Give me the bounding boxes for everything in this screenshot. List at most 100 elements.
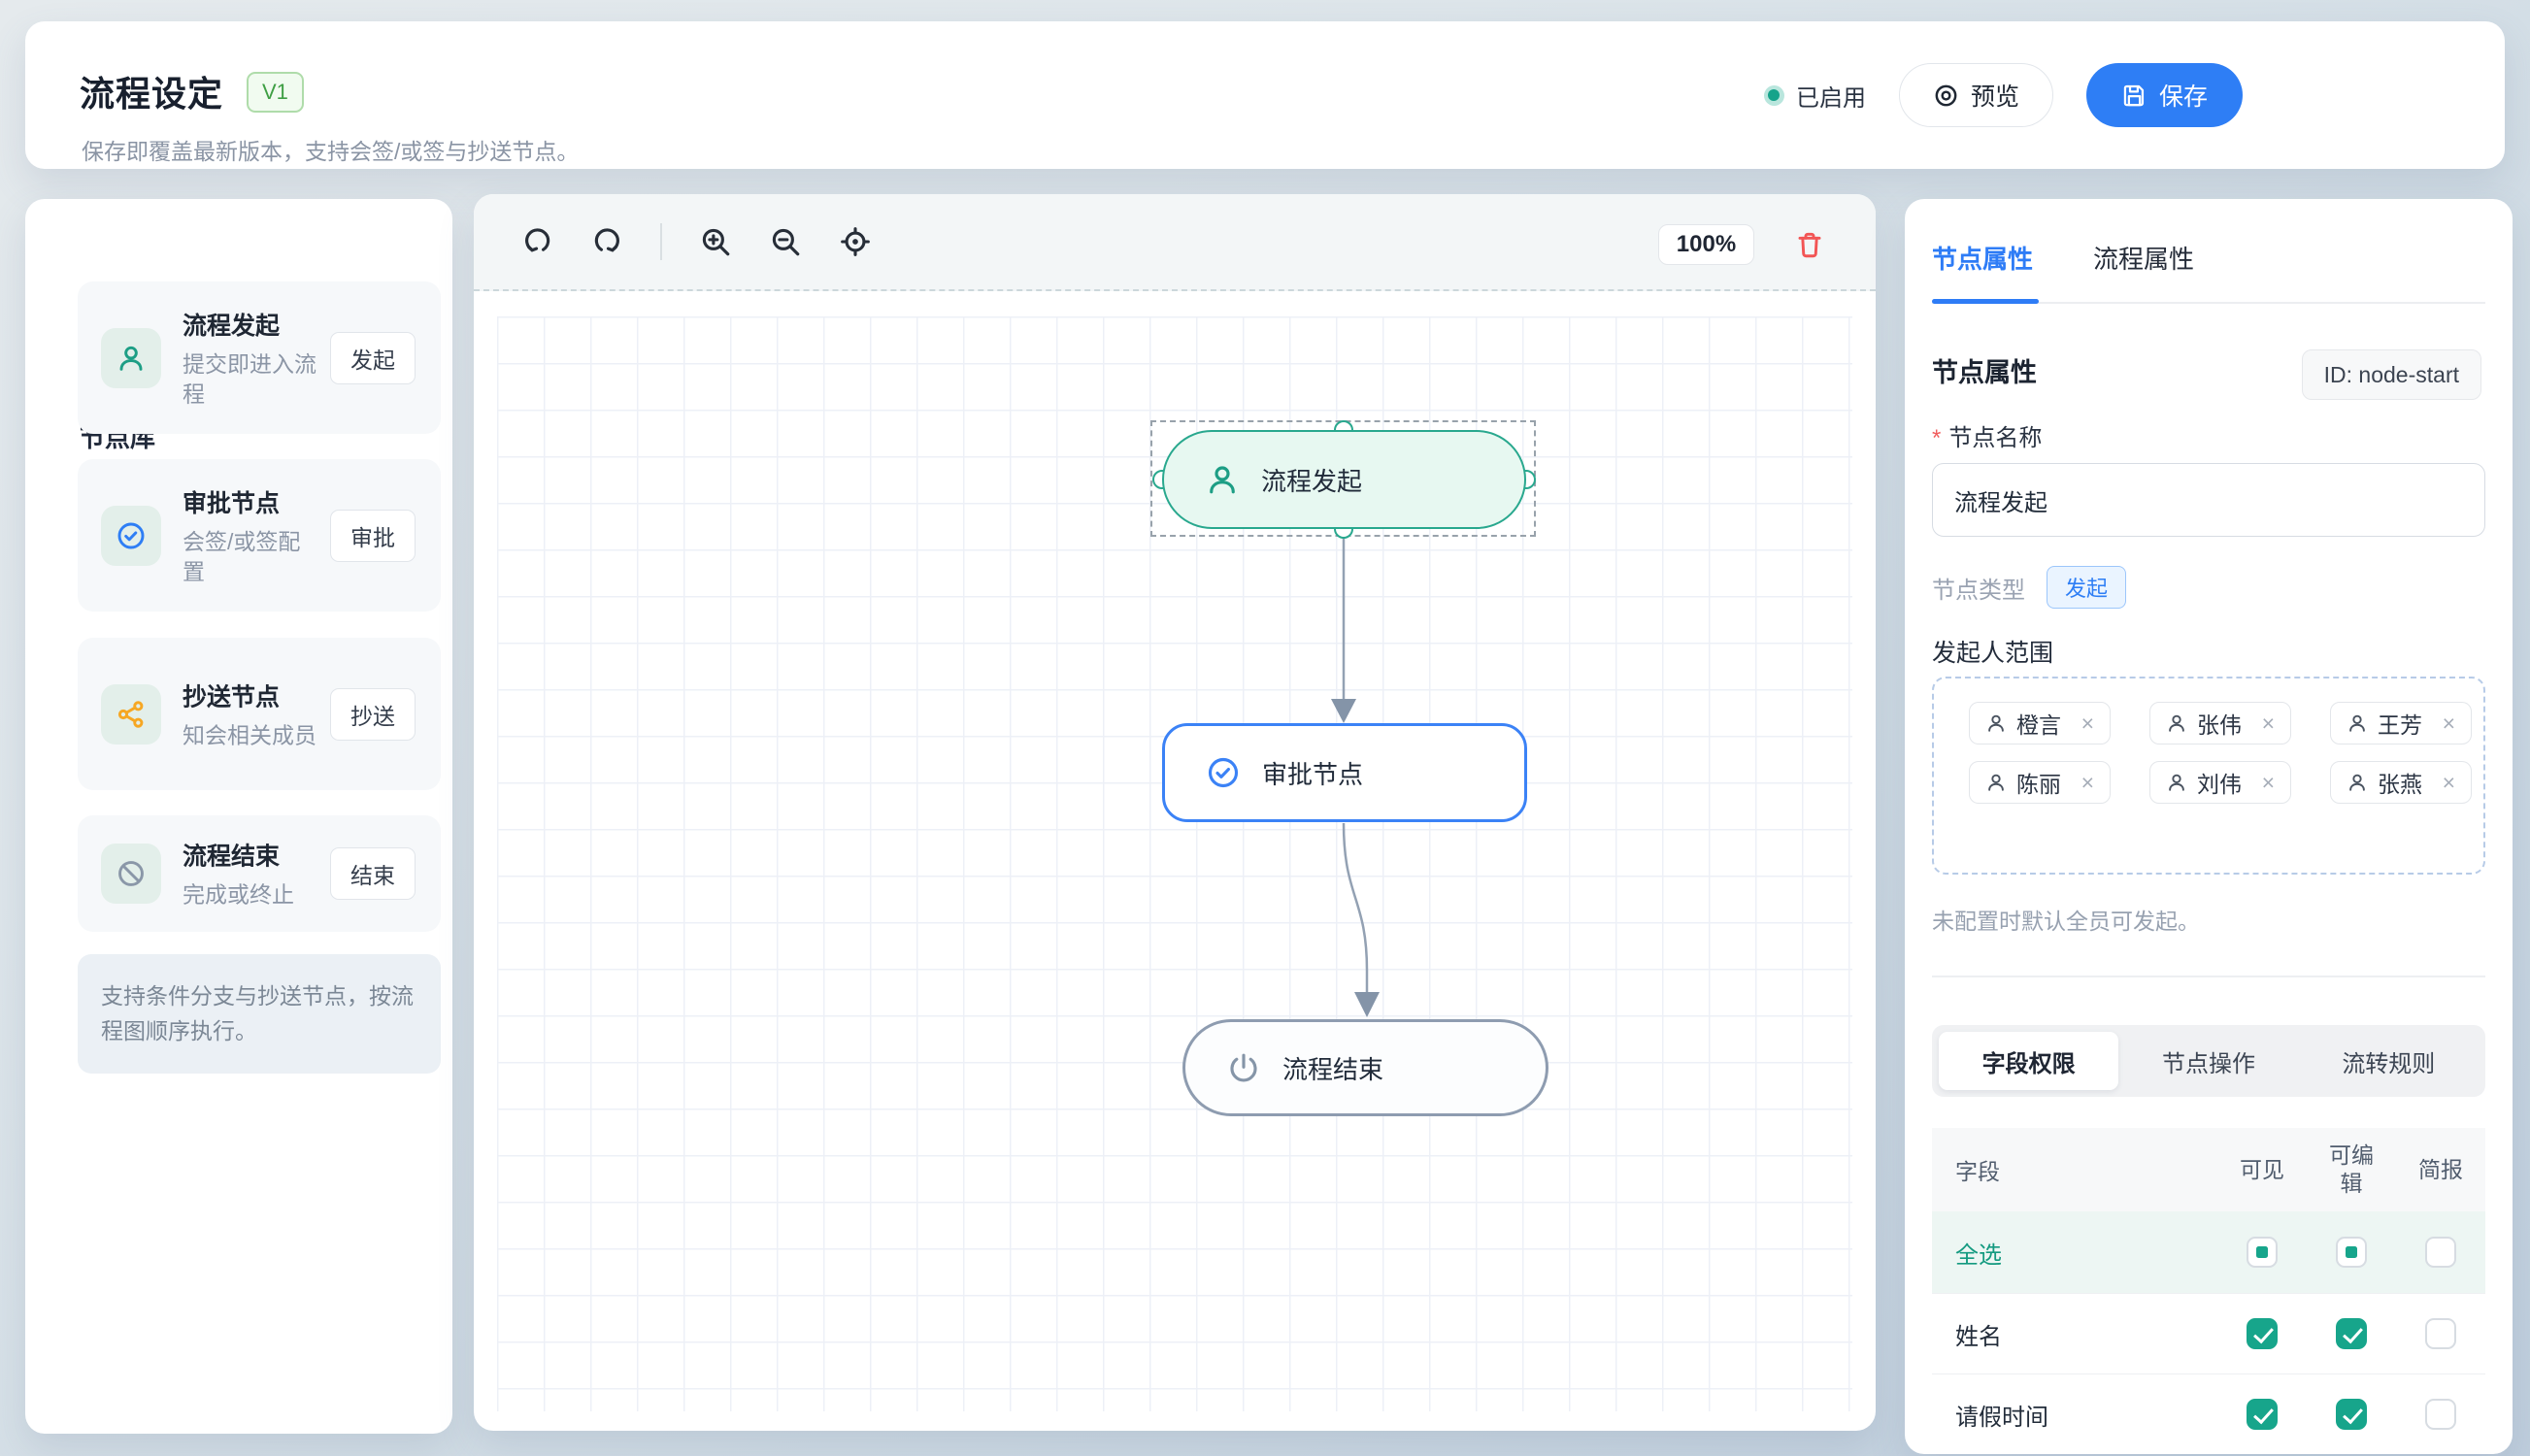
- redo-button[interactable]: [579, 214, 635, 270]
- node-id-badge: ID: node-start: [2302, 349, 2481, 400]
- col-field: 字段: [1932, 1153, 2217, 1186]
- node-name-label: *节点名称: [1932, 418, 2042, 452]
- zoom-in-button[interactable]: [687, 214, 744, 270]
- checkbox-report[interactable]: [2425, 1399, 2456, 1430]
- version-badge: V1: [247, 72, 304, 113]
- flow-node-start[interactable]: 流程发起: [1162, 430, 1526, 529]
- remove-member-icon[interactable]: ×: [2262, 711, 2275, 737]
- node-label: 流程发起: [1261, 462, 1362, 498]
- flow-canvas[interactable]: 100% 流程发起: [474, 194, 1876, 1431]
- member-name: 张燕: [2378, 766, 2422, 799]
- node-library-sidebar: 节点库 流程发起 提交即进入流程 发起 审批节点 会签/或签配置: [25, 199, 452, 1434]
- checkbox-report[interactable]: [2425, 1237, 2456, 1268]
- page-header: 流程设定 V1 保存即覆盖最新版本，支持会签/或签与抄送节点。 已启用 预览: [25, 21, 2505, 169]
- remove-member-icon[interactable]: ×: [2262, 770, 2275, 796]
- node-type-badge: 发起: [2047, 566, 2126, 609]
- flow-node-approval[interactable]: 审批节点: [1162, 723, 1527, 822]
- save-label: 保存: [2159, 78, 2208, 113]
- flow-node-end[interactable]: 流程结束: [1182, 1019, 1548, 1116]
- remove-member-icon[interactable]: ×: [2081, 711, 2094, 737]
- preview-eye-icon: [1933, 83, 1959, 109]
- member-name: 橙言: [2016, 707, 2061, 740]
- tab-transition-rules[interactable]: 流转规则: [2299, 1032, 2479, 1090]
- col-visible: 可见: [2217, 1156, 2307, 1184]
- member-chip[interactable]: 王芳 ×: [2330, 702, 2472, 745]
- table-header-row: 字段 可见 可编辑 简报: [1932, 1128, 2485, 1211]
- member-chip[interactable]: 橙言 ×: [1969, 702, 2111, 745]
- library-item-badge: 抄送: [330, 688, 416, 741]
- library-tip: 支持条件分支与抄送节点，按流程图顺序执行。: [78, 954, 441, 1074]
- tab-field-permissions[interactable]: 字段权限: [1939, 1032, 2118, 1090]
- library-item-desc: 会签/或签配置: [183, 526, 320, 586]
- library-item-start[interactable]: 流程发起 提交即进入流程 发起: [78, 281, 441, 434]
- checkbox-editable[interactable]: [2336, 1318, 2367, 1349]
- header-actions: 已启用 预览 保存: [1764, 21, 2243, 169]
- check-circle-icon: [1206, 755, 1241, 790]
- library-item-title: 抄送节点: [183, 678, 320, 712]
- member-chip[interactable]: 刘伟 ×: [2149, 761, 2291, 804]
- page-subtitle: 保存即覆盖最新版本，支持会签/或签与抄送节点。: [82, 133, 579, 166]
- node-label: 流程结束: [1282, 1050, 1383, 1086]
- save-button[interactable]: 保存: [2086, 63, 2243, 127]
- checkbox-visible[interactable]: [2247, 1318, 2278, 1349]
- checkbox-visible[interactable]: [2247, 1399, 2278, 1430]
- zoom-level-badge[interactable]: 100%: [1658, 224, 1754, 265]
- node-type-label: 节点类型: [1932, 571, 2025, 605]
- user-icon: [1205, 462, 1240, 497]
- tab-flow-properties[interactable]: 流程属性: [2093, 240, 2194, 299]
- preview-label: 预览: [1971, 78, 2019, 113]
- library-item-end[interactable]: 流程结束 完成或终止 结束: [78, 815, 441, 932]
- row-label: 全选: [1932, 1236, 2217, 1270]
- library-item-badge: 发起: [330, 332, 416, 384]
- checkbox-editable[interactable]: [2336, 1237, 2367, 1268]
- initiator-scope-box[interactable]: 橙言 × 张伟 × 王芳 × 陈丽 × 刘伟 ×: [1932, 677, 2485, 875]
- workflow-editor-page: 流程设定 V1 保存即覆盖最新版本，支持会签/或签与抄送节点。 已启用 预览: [0, 0, 2530, 1456]
- preview-button[interactable]: 预览: [1899, 63, 2053, 127]
- node-name-input[interactable]: [1932, 463, 2485, 537]
- checkbox-report[interactable]: [2425, 1318, 2456, 1349]
- node-type-row: 节点类型 发起: [1932, 566, 2126, 609]
- ban-icon: [101, 844, 161, 904]
- status-label: 已启用: [1796, 79, 1866, 113]
- library-item-desc: 完成或终止: [183, 879, 320, 910]
- member-chip[interactable]: 张燕 ×: [2330, 761, 2472, 804]
- remove-member-icon[interactable]: ×: [2443, 711, 2455, 737]
- col-editable: 可编辑: [2307, 1142, 2396, 1198]
- library-item-title: 流程结束: [183, 837, 320, 872]
- share-icon: [101, 684, 161, 745]
- member-name: 张伟: [2197, 707, 2242, 740]
- member-name: 刘伟: [2197, 766, 2242, 799]
- remove-member-icon[interactable]: ×: [2081, 770, 2094, 796]
- status-dot-icon: [1764, 85, 1784, 106]
- fit-view-button[interactable]: [827, 214, 883, 270]
- library-item-cc[interactable]: 抄送节点 知会相关成员 抄送: [78, 638, 441, 790]
- power-icon: [1226, 1050, 1261, 1085]
- col-report: 简报: [2396, 1156, 2485, 1184]
- required-asterisk: *: [1932, 425, 1941, 451]
- delete-node-button[interactable]: [1782, 225, 1837, 264]
- member-chip[interactable]: 张伟 ×: [2149, 702, 2291, 745]
- tab-node-actions[interactable]: 节点操作: [2118, 1032, 2298, 1090]
- panel-tabs: 节点属性 流程属性: [1932, 240, 2485, 299]
- member-chip[interactable]: 陈丽 ×: [1969, 761, 2111, 804]
- table-row-leave-time: 请假时间: [1932, 1373, 2485, 1454]
- checkbox-visible[interactable]: [2247, 1237, 2278, 1268]
- undo-button[interactable]: [509, 214, 565, 270]
- section-divider: [1932, 976, 2485, 977]
- checkbox-editable[interactable]: [2336, 1399, 2367, 1430]
- remove-member-icon[interactable]: ×: [2443, 770, 2455, 796]
- sub-tabs: 字段权限 节点操作 流转规则: [1932, 1025, 2485, 1097]
- library-item-approval[interactable]: 审批节点 会签/或签配置 审批: [78, 459, 441, 612]
- zoom-out-button[interactable]: [757, 214, 814, 270]
- library-item-badge: 审批: [330, 510, 416, 562]
- toolbar-divider: [660, 223, 662, 260]
- member-name: 陈丽: [2016, 766, 2061, 799]
- node-label: 审批节点: [1262, 755, 1363, 791]
- row-label: 姓名: [1932, 1317, 2217, 1351]
- library-item-title: 流程发起: [183, 306, 320, 341]
- library-item-desc: 提交即进入流程: [183, 348, 320, 409]
- status-indicator: 已启用: [1764, 79, 1866, 113]
- tab-node-properties[interactable]: 节点属性: [1932, 240, 2033, 299]
- properties-panel: 节点属性 流程属性 节点属性 ID: node-start *节点名称 节点类型…: [1905, 199, 2513, 1454]
- field-permission-table: 字段 可见 可编辑 简报 全选 姓名 请假时间: [1932, 1128, 2485, 1454]
